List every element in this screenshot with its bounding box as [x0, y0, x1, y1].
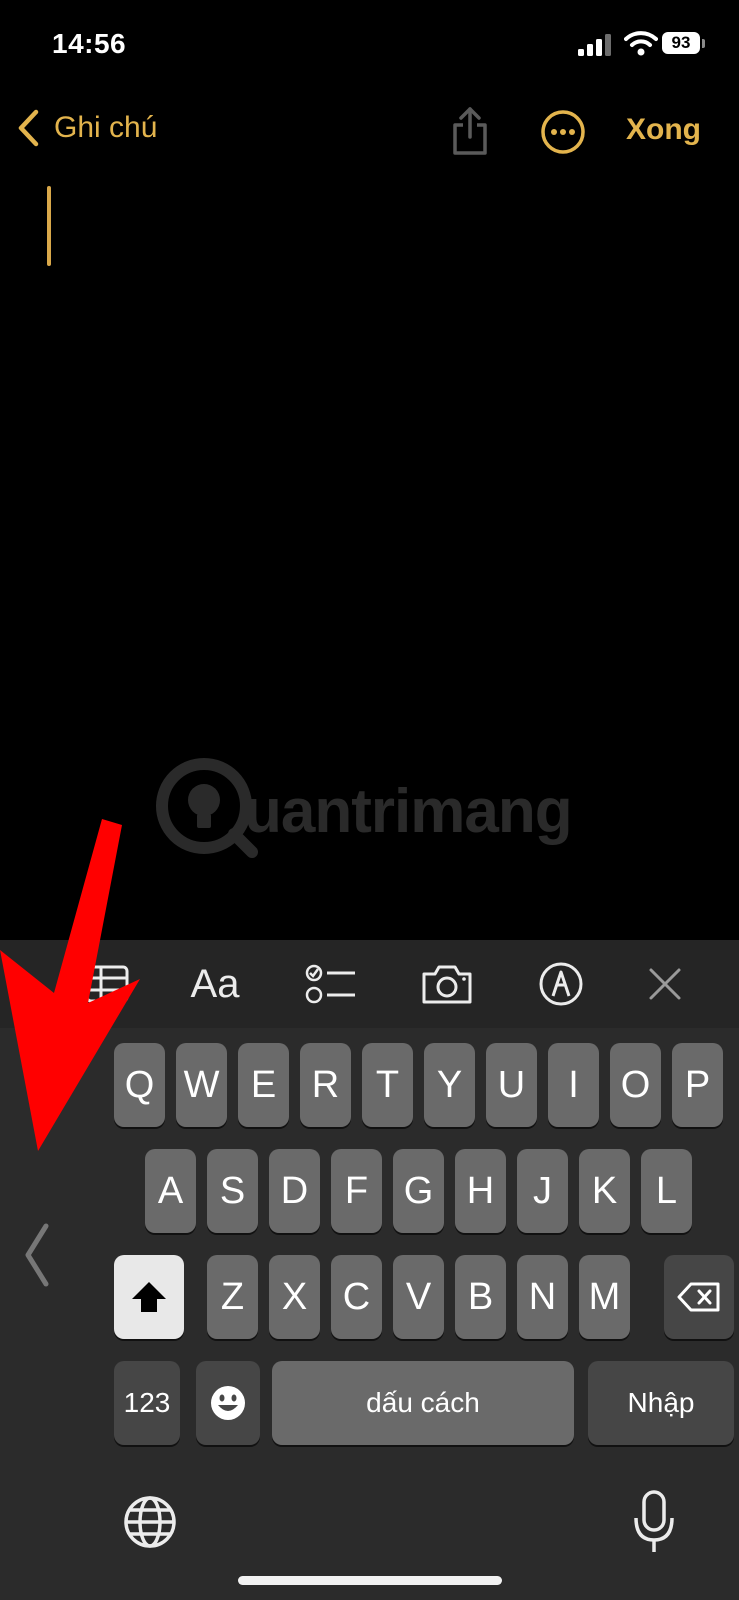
key-p[interactable]: P	[672, 1043, 723, 1127]
red-annotation-arrow-icon	[0, 819, 140, 1151]
key-c[interactable]: C	[331, 1255, 382, 1339]
key-m[interactable]: M	[579, 1255, 630, 1339]
microphone-icon[interactable]	[632, 1490, 676, 1556]
shift-arrow-icon	[132, 1282, 166, 1312]
done-button[interactable]: Xong	[626, 113, 701, 147]
key-g[interactable]: G	[393, 1149, 444, 1233]
key-x[interactable]: X	[269, 1255, 320, 1339]
home-indicator	[238, 1576, 502, 1585]
space-key[interactable]: dấu cách	[272, 1361, 574, 1445]
backspace-key[interactable]	[664, 1255, 734, 1339]
watermark-text: uantrimang	[244, 777, 573, 846]
key-y[interactable]: Y	[424, 1043, 475, 1127]
key-f[interactable]: F	[331, 1149, 382, 1233]
battery-level: 93	[662, 32, 700, 54]
share-icon[interactable]	[450, 105, 490, 157]
back-button[interactable]: Ghi chú	[16, 109, 157, 147]
backspace-icon	[677, 1282, 720, 1312]
emoji-icon	[211, 1386, 245, 1420]
shift-key[interactable]	[114, 1255, 184, 1339]
key-a[interactable]: A	[145, 1149, 196, 1233]
text-format-button[interactable]: Aa	[186, 960, 244, 1008]
cellular-signal-icon	[578, 34, 611, 56]
more-options-icon[interactable]	[540, 109, 586, 155]
status-bar: 14:56 93	[0, 0, 739, 90]
watermark-logo: uantrimang	[152, 754, 602, 864]
back-label: Ghi chú	[54, 111, 158, 144]
key-w[interactable]: W	[176, 1043, 227, 1127]
key-n[interactable]: N	[517, 1255, 568, 1339]
camera-icon[interactable]	[418, 960, 476, 1008]
globe-icon[interactable]	[122, 1494, 178, 1550]
key-e[interactable]: E	[238, 1043, 289, 1127]
key-i[interactable]: I	[548, 1043, 599, 1127]
checklist-icon[interactable]	[302, 960, 360, 1008]
key-h[interactable]: H	[455, 1149, 506, 1233]
numbers-key[interactable]: 123	[114, 1361, 180, 1445]
key-l[interactable]: L	[641, 1149, 692, 1233]
key-b[interactable]: B	[455, 1255, 506, 1339]
key-j[interactable]: J	[517, 1149, 568, 1233]
key-d[interactable]: D	[269, 1149, 320, 1233]
status-time: 14:56	[52, 28, 127, 59]
text-cursor	[47, 186, 51, 266]
return-key[interactable]: Nhập	[588, 1361, 734, 1445]
battery-icon: 93	[662, 32, 706, 56]
chevron-left-icon	[18, 109, 39, 147]
key-k[interactable]: K	[579, 1149, 630, 1233]
key-t[interactable]: T	[362, 1043, 413, 1127]
key-z[interactable]: Z	[207, 1255, 258, 1339]
chevron-left-handle-icon[interactable]	[22, 1222, 52, 1288]
key-s[interactable]: S	[207, 1149, 258, 1233]
key-u[interactable]: U	[486, 1043, 537, 1127]
wifi-icon	[624, 31, 658, 56]
key-r[interactable]: R	[300, 1043, 351, 1127]
close-icon[interactable]	[636, 960, 694, 1008]
emoji-key[interactable]	[196, 1361, 260, 1445]
navigation-bar: Ghi chú Xong	[0, 95, 739, 165]
key-v[interactable]: V	[393, 1255, 444, 1339]
markup-pen-icon[interactable]	[532, 960, 590, 1008]
key-o[interactable]: O	[610, 1043, 661, 1127]
